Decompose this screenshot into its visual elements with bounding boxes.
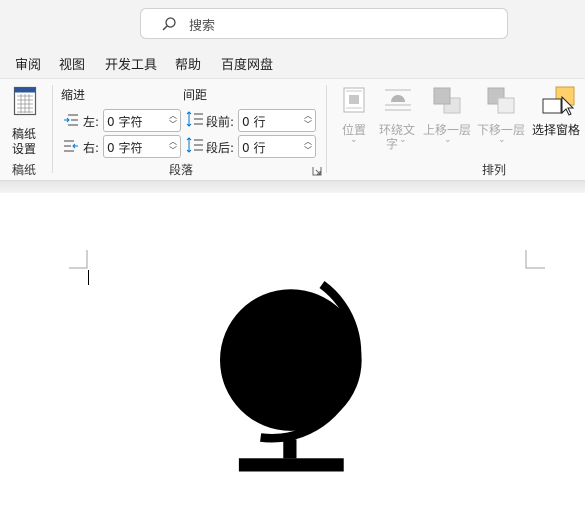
text-cursor (88, 270, 89, 285)
indent-left-label: 左: (83, 115, 100, 129)
spacing-after-icon (186, 137, 203, 153)
spacing-before-label: 段前: (206, 115, 235, 129)
selection-pane-icon (542, 86, 575, 116)
tab-help[interactable]: 帮助 (175, 54, 201, 73)
stepper-arrows-icon[interactable]: ︿ ﹀ (304, 111, 312, 129)
globe-icon[interactable] (220, 275, 390, 481)
search-box[interactable]: 搜索 (140, 8, 508, 39)
indent-right-value: 0 字符 (107, 141, 143, 155)
indent-right-stepper[interactable]: 0 字符 ︿ ﹀ (103, 135, 181, 158)
dialog-launcher-icon[interactable] (312, 166, 322, 176)
wrap-text-button[interactable]: 环绕文 字 ⌄ (378, 85, 418, 151)
spacing-before-icon (186, 111, 203, 127)
arrange-group-label: 排列 (482, 163, 507, 177)
title-bar: 搜索 (0, 0, 585, 48)
chevron-down-icon: ⌄ (444, 135, 452, 145)
chevron-down-icon: ⌄ (350, 135, 358, 145)
selection-pane-label: 选择窗格 (532, 123, 581, 137)
ribbon-panel: 稿纸 设置 稿纸 缩进 间距 左: 0 字符 ︿ ﹀ 右: 0 字符 ︿ ﹀ 段前:… (0, 78, 585, 181)
selection-pane-button[interactable]: 选择窗格 (530, 85, 585, 149)
wrap-text-icon (385, 89, 411, 111)
paper-settings-label-2: 设置 (12, 142, 37, 156)
indent-left-value: 0 字符 (107, 115, 143, 129)
bring-forward-icon (433, 87, 461, 114)
tab-developer[interactable]: 开发工具 (105, 54, 157, 73)
spacing-after-value: 0 行 (242, 141, 266, 155)
spacing-before-value: 0 行 (242, 115, 266, 129)
send-backward-button[interactable]: 下移一层 ⌄ (476, 85, 526, 149)
manuscript-paper-icon (13, 86, 37, 116)
tab-view[interactable]: 视图 (59, 54, 85, 73)
indent-right-label: 右: (83, 141, 100, 155)
group-divider (52, 85, 53, 173)
spacing-before-stepper[interactable]: 0 行 ︿ ﹀ (238, 109, 316, 132)
spacing-after-label: 段后: (206, 141, 235, 155)
paragraph-group-label: 段落 (169, 163, 194, 177)
ribbon-shadow (0, 181, 585, 193)
spacing-header: 间距 (183, 88, 208, 102)
tab-baidu-netdisk[interactable]: 百度网盘 (221, 54, 273, 73)
paper-settings-button[interactable]: 稿纸 设置 (6, 84, 44, 156)
group-divider (326, 85, 327, 173)
search-icon (162, 17, 176, 31)
tab-review[interactable]: 审阅 (15, 54, 41, 73)
position-icon (343, 87, 365, 113)
indent-left-stepper[interactable]: 0 字符 ︿ ﹀ (103, 109, 181, 132)
indent-right-icon (64, 140, 78, 152)
wrap-text-label-2: 字 (386, 137, 399, 151)
ribbon-tabs: 审阅 视图 开发工具 帮助 百度网盘 (0, 48, 585, 78)
document-page[interactable] (0, 193, 585, 521)
bring-forward-button[interactable]: 上移一层 ⌄ (422, 85, 472, 149)
paper-group-label: 稿纸 (12, 163, 37, 177)
send-backward-icon (487, 87, 515, 114)
stepper-arrows-icon[interactable]: ︿ ﹀ (169, 137, 177, 155)
spacing-after-stepper[interactable]: 0 行 ︿ ﹀ (238, 135, 316, 158)
chevron-down-icon: ⌄ (399, 135, 407, 145)
indent-header: 缩进 (61, 88, 86, 102)
stepper-arrows-icon[interactable]: ︿ ﹀ (304, 137, 312, 155)
search-placeholder: 搜索 (189, 19, 216, 34)
chevron-down-icon: ⌄ (498, 135, 506, 145)
indent-left-icon (64, 114, 78, 126)
stepper-arrows-icon[interactable]: ︿ ﹀ (169, 111, 177, 129)
position-button[interactable]: 位置 ⌄ (336, 85, 372, 149)
